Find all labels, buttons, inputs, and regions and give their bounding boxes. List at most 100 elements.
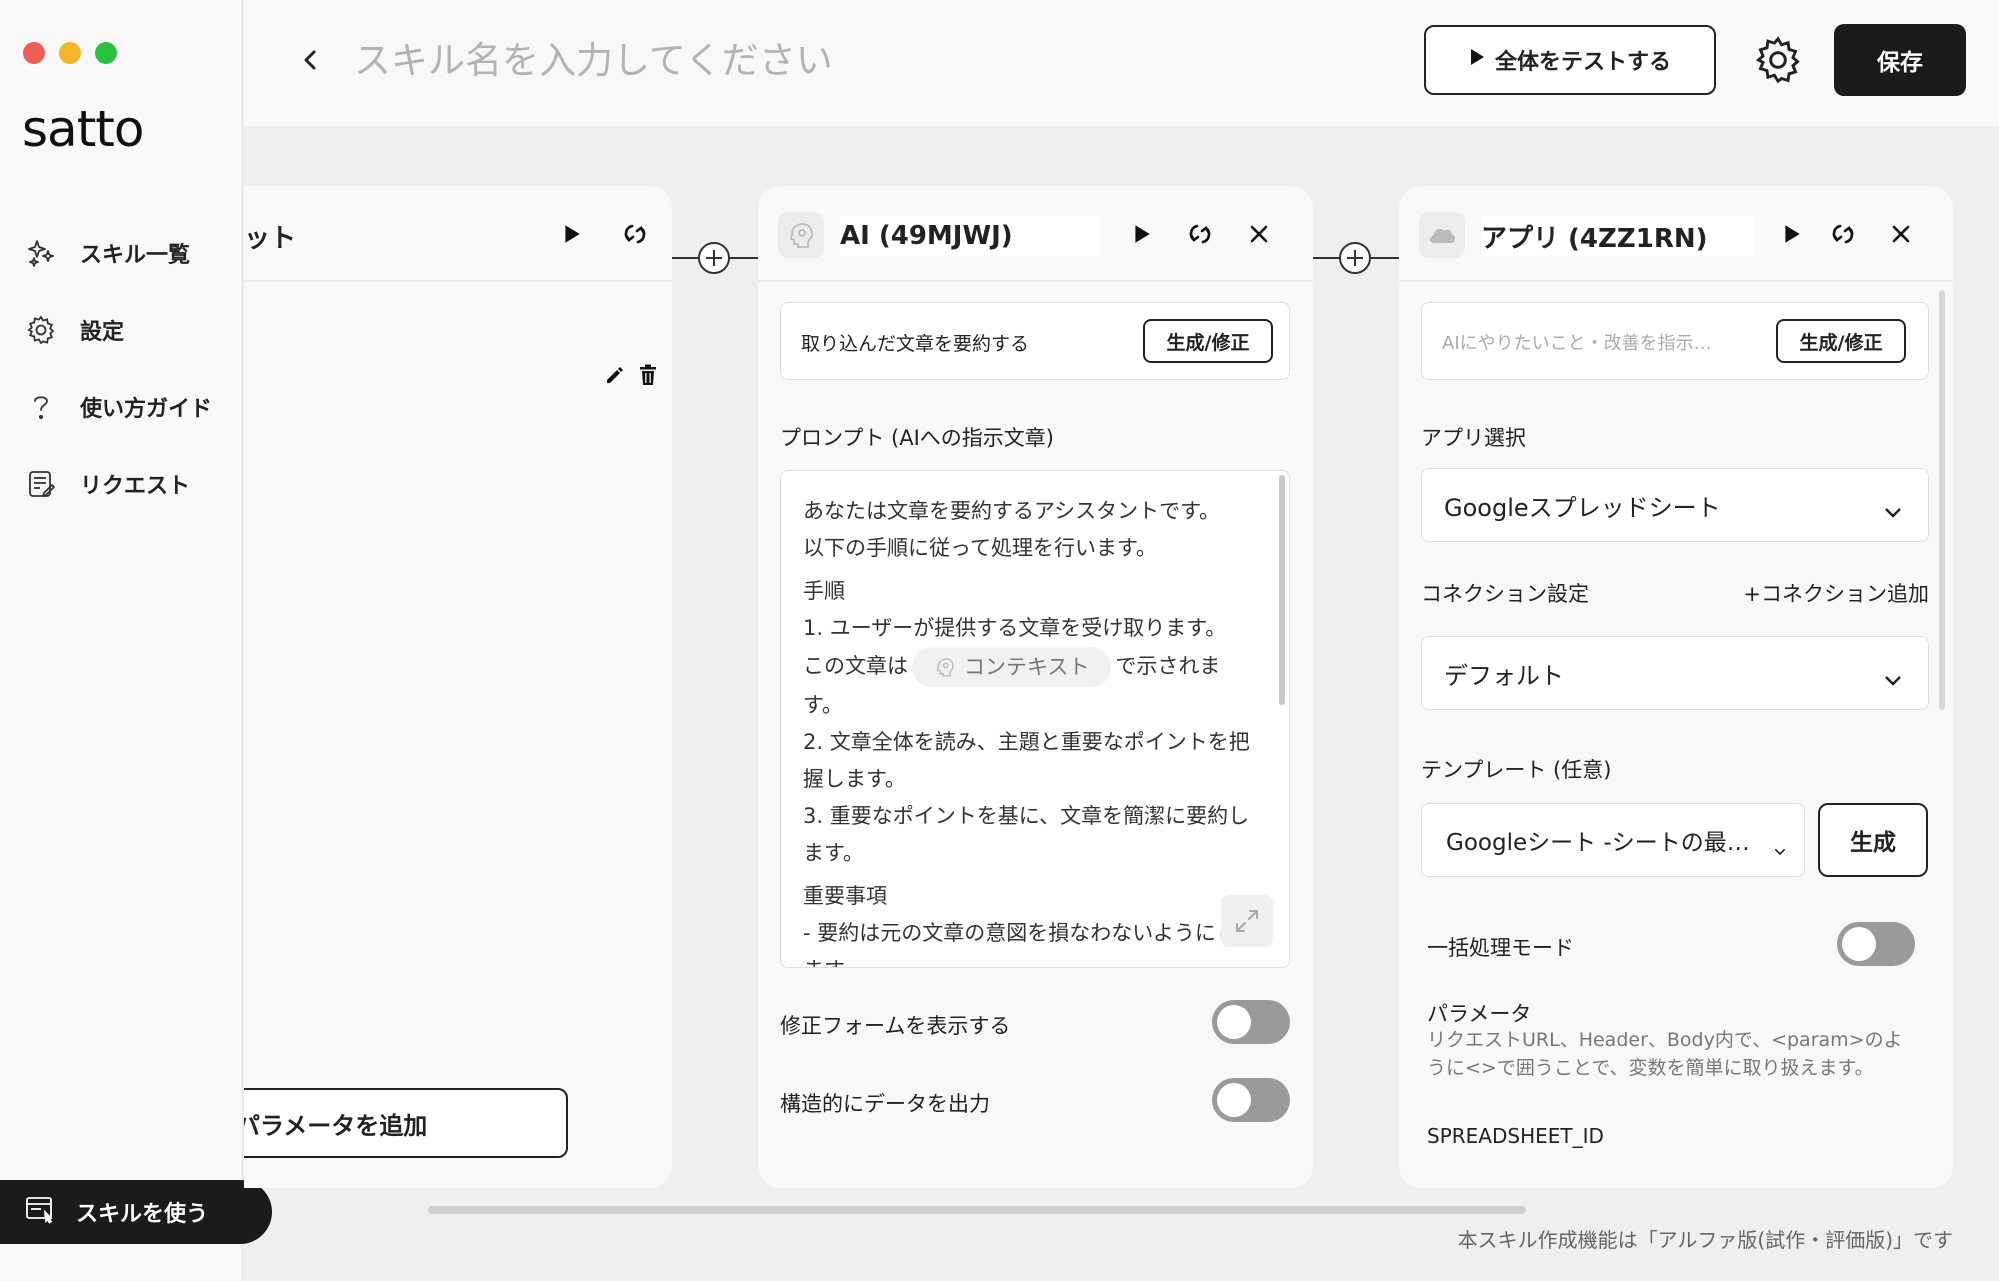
sidebar-item-request[interactable]: リクエスト	[0, 445, 243, 522]
workflow-canvas: ット パラメータを追加 AI (49MJWJ) 取り込んだ文章を要約する 生成/…	[244, 126, 1999, 1281]
prompt-line: - 要約は元の文章の意図を損なわないようにします。	[803, 921, 1237, 967]
input-node-card: ット パラメータを追加	[244, 186, 672, 1188]
app-node-card: アプリ (4ZZ1RN) AIにやりたいこと・改善を指示… 生成/修正 アプリ選…	[1399, 186, 1953, 1188]
prompt-label: プロンプト (AIへの指示文章)	[780, 426, 1054, 450]
card-scrollbar[interactable]	[1939, 290, 1945, 710]
app-selected-value: Googleスプレッドシート	[1444, 493, 1721, 522]
template-select-dropdown[interactable]: Googleシート -シートの最…	[1421, 803, 1805, 877]
sidebar-item-label: リクエスト	[80, 473, 191, 499]
card-header: アプリ (4ZZ1RN)	[1399, 186, 1953, 282]
skill-name-input[interactable]	[354, 30, 1254, 90]
close-icon[interactable]	[1883, 216, 1919, 252]
sidebar-item-guide[interactable]: 使い方ガイド	[0, 368, 243, 445]
context-variable-chip[interactable]: コンテキスト	[912, 647, 1112, 687]
ai-instruction-text: 取り込んだ文章を要約する	[801, 333, 1030, 355]
card-title: AI (49MJWJ)	[840, 216, 1100, 256]
expand-icon[interactable]	[1221, 895, 1273, 947]
zoom-window-dot[interactable]	[95, 42, 117, 64]
sidebar-nav: スキル一覧 設定 使い方ガイド リクエスト	[0, 214, 243, 522]
prompt-content: あなたは文章を要約するアシスタントです。 以下の手順に従って処理を行います。 手順…	[803, 493, 1255, 967]
parameters-label: パラメータ	[1427, 1002, 1532, 1026]
parameter-name: SPREADSHEET_ID	[1427, 1124, 1604, 1148]
sidebar-item-label: 設定	[80, 319, 125, 345]
minimize-window-dot[interactable]	[59, 42, 81, 64]
chevron-down-icon	[1774, 836, 1786, 862]
window-controls	[23, 42, 117, 64]
prompt-textarea[interactable]: あなたは文章を要約するアシスタントです。 以下の手順に従って処理を行います。 手順…	[780, 470, 1290, 968]
refresh-icon[interactable]	[617, 216, 653, 252]
sidebar-item-label: スキル一覧	[80, 242, 191, 268]
chevron-down-icon	[1884, 665, 1902, 693]
prompt-line: この文章は	[803, 654, 908, 678]
close-icon[interactable]	[1241, 216, 1277, 252]
question-icon	[24, 390, 58, 424]
trash-icon[interactable]	[630, 357, 666, 393]
prompt-line: 重要事項	[803, 884, 887, 908]
connection-select-dropdown[interactable]: デフォルト	[1421, 636, 1929, 710]
card-title: アプリ (4ZZ1RN)	[1481, 216, 1755, 256]
prompt-line: 3. 重要なポイントを基に、文章を簡潔に要約します。	[803, 804, 1250, 865]
app-logo: satto	[22, 100, 144, 158]
app-select-dropdown[interactable]: Googleスプレッドシート	[1421, 468, 1929, 542]
back-chevron-icon[interactable]	[296, 44, 324, 76]
connection-selected-value: デフォルト	[1444, 661, 1564, 690]
batch-mode-toggle[interactable]	[1837, 922, 1915, 966]
parameters-description-line: リクエストURL、Header、Body内で、<param>のよ	[1427, 1029, 1903, 1051]
add-parameter-button[interactable]: パラメータを追加	[244, 1088, 568, 1158]
run-play-icon[interactable]	[1774, 216, 1810, 252]
settings-gear-icon[interactable]	[1752, 34, 1804, 86]
prompt-line: 1. ユーザーが提供する文章を受け取ります。	[803, 616, 1227, 640]
test-all-button[interactable]: 全体をテストする	[1424, 25, 1716, 95]
alpha-version-note: 本スキル作成機能は「アルファ版(試作・評価版)」です	[1457, 1228, 1953, 1252]
sparkles-icon	[24, 236, 58, 270]
template-generate-button[interactable]: 生成	[1818, 803, 1928, 877]
request-doc-icon	[24, 467, 58, 501]
card-title: ット	[244, 224, 297, 254]
canvas-horizontal-scrollbar[interactable]	[428, 1206, 1526, 1214]
generate-fix-button[interactable]: 生成/修正	[1776, 319, 1906, 363]
prompt-line: 2. 文章全体を読み、主題と重要なポイントを把握します。	[803, 730, 1250, 791]
app-instruction-placeholder: AIにやりたいこと・改善を指示…	[1442, 333, 1712, 354]
connection-label: コネクション設定	[1421, 582, 1589, 606]
sidebar-item-settings[interactable]: 設定	[0, 291, 243, 368]
generate-fix-button[interactable]: 生成/修正	[1143, 319, 1273, 363]
card-header: AI (49MJWJ)	[758, 186, 1313, 282]
add-node-connector[interactable]	[672, 226, 760, 294]
structured-output-toggle[interactable]	[1212, 1078, 1290, 1122]
prompt-line: あなたは文章を要約するアシスタントです。	[803, 499, 1221, 523]
sidebar: satto スキル一覧 設定 使い方ガイド リクエスト スキルを使う	[0, 0, 272, 1281]
refresh-icon[interactable]	[1182, 216, 1218, 252]
add-connection-link[interactable]: +コネクション追加	[1743, 578, 1929, 608]
run-play-icon[interactable]	[1124, 216, 1160, 252]
add-node-connector[interactable]	[1313, 226, 1399, 294]
prompt-line: 以下の手順に従って処理を行います。	[803, 536, 1157, 560]
prompt-scrollbar[interactable]	[1279, 475, 1285, 705]
use-skill-button[interactable]: スキルを使う	[0, 1180, 272, 1244]
use-skill-label: スキルを使う	[76, 1202, 209, 1227]
template-label: テンプレート (任意)	[1421, 758, 1612, 782]
run-play-icon[interactable]	[554, 216, 590, 252]
show-fix-form-toggle[interactable]	[1212, 1000, 1290, 1044]
chip-label: コンテキスト	[964, 654, 1090, 679]
parameters-description-line: うに<>で囲うことで、変数を簡単に取り扱えます。	[1427, 1057, 1874, 1079]
structured-output-label: 構造的にデータを出力	[780, 1092, 990, 1116]
template-selected-value: Googleシート -シートの最…	[1446, 830, 1750, 856]
test-all-label: 全体をテストする	[1494, 50, 1671, 75]
refresh-icon[interactable]	[1825, 216, 1861, 252]
parameters-description: リクエストURL、Header、Body内で、<param>のよ うに<>で囲う…	[1427, 1026, 1937, 1082]
prompt-line: 手順	[803, 579, 845, 603]
card-header: ット	[244, 186, 672, 282]
app-select-label: アプリ選択	[1421, 426, 1526, 450]
sidebar-item-label: 使い方ガイド	[80, 396, 213, 422]
ai-node-card: AI (49MJWJ) 取り込んだ文章を要約する 生成/修正 プロンプト (AI…	[758, 186, 1313, 1188]
save-button[interactable]: 保存	[1834, 24, 1966, 96]
play-icon	[1469, 47, 1485, 73]
ai-instruction-box[interactable]: 取り込んだ文章を要約する 生成/修正	[780, 302, 1290, 380]
close-window-dot[interactable]	[23, 42, 45, 64]
use-skill-icon	[24, 1194, 56, 1230]
sidebar-item-skill-list[interactable]: スキル一覧	[0, 214, 243, 291]
cloud-icon	[1419, 212, 1465, 258]
show-fix-form-label: 修正フォームを表示する	[780, 1014, 1011, 1038]
edit-pencil-icon[interactable]	[596, 357, 632, 393]
app-instruction-box[interactable]: AIにやりたいこと・改善を指示… 生成/修正	[1421, 302, 1929, 380]
